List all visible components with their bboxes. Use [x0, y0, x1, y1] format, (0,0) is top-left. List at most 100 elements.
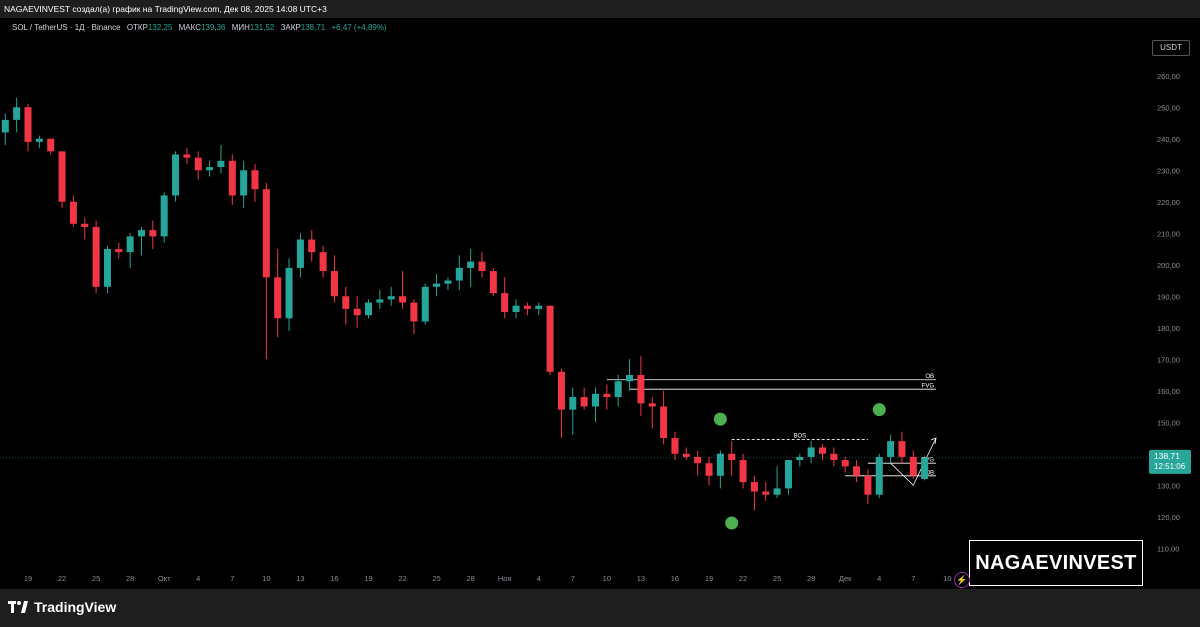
currency-selector[interactable]: USDT — [1152, 40, 1190, 56]
candle-body — [467, 261, 475, 268]
x-tick-label: 19 — [24, 574, 32, 583]
candle-body — [739, 460, 747, 483]
price-chart[interactable]: SOL / TetherUS · 1Д · Binance ОТКР132,25… — [0, 18, 1200, 589]
tradingview-logo[interactable]: TradingView — [8, 599, 116, 615]
y-tick-label: 110,00 — [1157, 544, 1179, 553]
candle-body — [807, 447, 815, 457]
annotation-label: FVG — [922, 384, 935, 390]
x-tick-label: 22 — [739, 574, 747, 583]
signal-dot — [725, 516, 739, 530]
x-tick-label: 22 — [58, 574, 66, 583]
tradingview-logo-icon — [8, 601, 28, 613]
candle-body — [523, 305, 531, 309]
y-tick-label: 210,00 — [1157, 229, 1180, 238]
x-tick-label: Окт — [158, 574, 171, 583]
candle-body — [262, 189, 270, 278]
candle-body — [773, 488, 781, 495]
candle-body — [319, 252, 327, 272]
candle-body — [660, 406, 668, 438]
candle-body — [489, 271, 497, 294]
x-tick-label: 7 — [571, 574, 575, 583]
legend-open-value: 132,25 — [148, 23, 173, 32]
chart-area[interactable]: SOL / TetherUS · 1Д · Binance ОТКР132,25… — [0, 18, 1200, 589]
x-tick-label: 10 — [943, 574, 951, 583]
candle-body — [682, 453, 690, 457]
candle-body — [671, 438, 679, 454]
candle-body — [853, 466, 861, 476]
candle-body — [47, 138, 55, 152]
candle-body — [909, 456, 917, 476]
candle-body — [285, 267, 293, 319]
lightning-icon[interactable]: ⚡ — [954, 572, 970, 588]
x-tick-label: 13 — [637, 574, 645, 583]
x-tick-label: 28 — [126, 574, 134, 583]
candle-body — [69, 201, 77, 224]
candle-body — [841, 460, 849, 467]
candle-body — [387, 296, 395, 300]
x-tick-label: 25 — [92, 574, 100, 583]
candle-body — [330, 271, 338, 297]
candle-body — [478, 261, 486, 272]
candle-body — [115, 249, 123, 253]
y-tick-label: 220,00 — [1157, 198, 1180, 207]
tradingview-brand-label: TradingView — [34, 599, 117, 615]
candle-body — [626, 375, 634, 382]
candle-body — [433, 283, 441, 287]
x-tick-label: 10 — [262, 574, 270, 583]
plot-background — [0, 18, 1148, 567]
candle-body — [728, 453, 736, 461]
candle-body — [898, 441, 906, 457]
candle-body — [172, 154, 180, 196]
y-tick-label: 250,00 — [1157, 103, 1180, 112]
x-tick-label: 10 — [603, 574, 611, 583]
legend-open-label: ОТКР — [127, 23, 148, 32]
candle-body — [501, 293, 509, 312]
legend-close-value: 138,71 — [301, 23, 326, 32]
y-tick-label: 150,00 — [1157, 418, 1180, 427]
price-tag-price: 138,71 — [1154, 451, 1180, 461]
attribution-text: NAGAEVINVEST создал(а) график на Trading… — [4, 4, 327, 14]
signal-dot — [872, 403, 886, 417]
candle-body — [830, 453, 838, 461]
candle-body — [240, 170, 248, 196]
candle-body — [1, 119, 9, 133]
x-tick-label: 4 — [537, 574, 541, 583]
candle-body — [455, 267, 463, 281]
y-tick-label: 230,00 — [1157, 166, 1180, 175]
x-tick-label: Дек — [839, 574, 852, 583]
candle-body — [535, 305, 543, 309]
candle-body — [24, 107, 32, 142]
legend-high-value: 139,36 — [201, 23, 226, 32]
x-tick-label: 16 — [330, 574, 338, 583]
candle-body — [376, 299, 384, 303]
candle-body — [194, 157, 202, 171]
candle-body — [228, 160, 236, 196]
x-tick-label: 4 — [196, 574, 200, 583]
signal-dot — [713, 412, 727, 426]
candle-body — [569, 397, 577, 410]
candle-body — [592, 393, 599, 407]
candle-body — [160, 195, 168, 237]
y-tick-label: 190,00 — [1157, 292, 1180, 301]
candle-body — [716, 453, 724, 476]
candle-body — [399, 296, 407, 303]
candle-body — [183, 154, 191, 158]
x-tick-label: 7 — [911, 574, 915, 583]
candle-body — [512, 305, 520, 312]
x-tick-label: 28 — [466, 574, 474, 583]
candle-body — [887, 441, 895, 457]
candle-body — [342, 296, 350, 309]
legend-close-label: ЗАКР — [281, 23, 301, 32]
candle-body — [251, 170, 259, 190]
candle-body — [81, 223, 89, 227]
candle-body — [13, 107, 21, 120]
attribution-bar: NAGAEVINVEST создал(а) график на Trading… — [0, 0, 1200, 18]
candle-body — [864, 475, 872, 495]
x-tick-label: 25 — [773, 574, 781, 583]
candle-body — [648, 403, 656, 407]
price-tag-countdown: 12:51:06 — [1154, 462, 1186, 471]
candle-body — [35, 138, 43, 142]
x-tick-label: 4 — [877, 574, 881, 583]
candle-body — [444, 280, 452, 284]
x-tick-label: 22 — [398, 574, 406, 583]
